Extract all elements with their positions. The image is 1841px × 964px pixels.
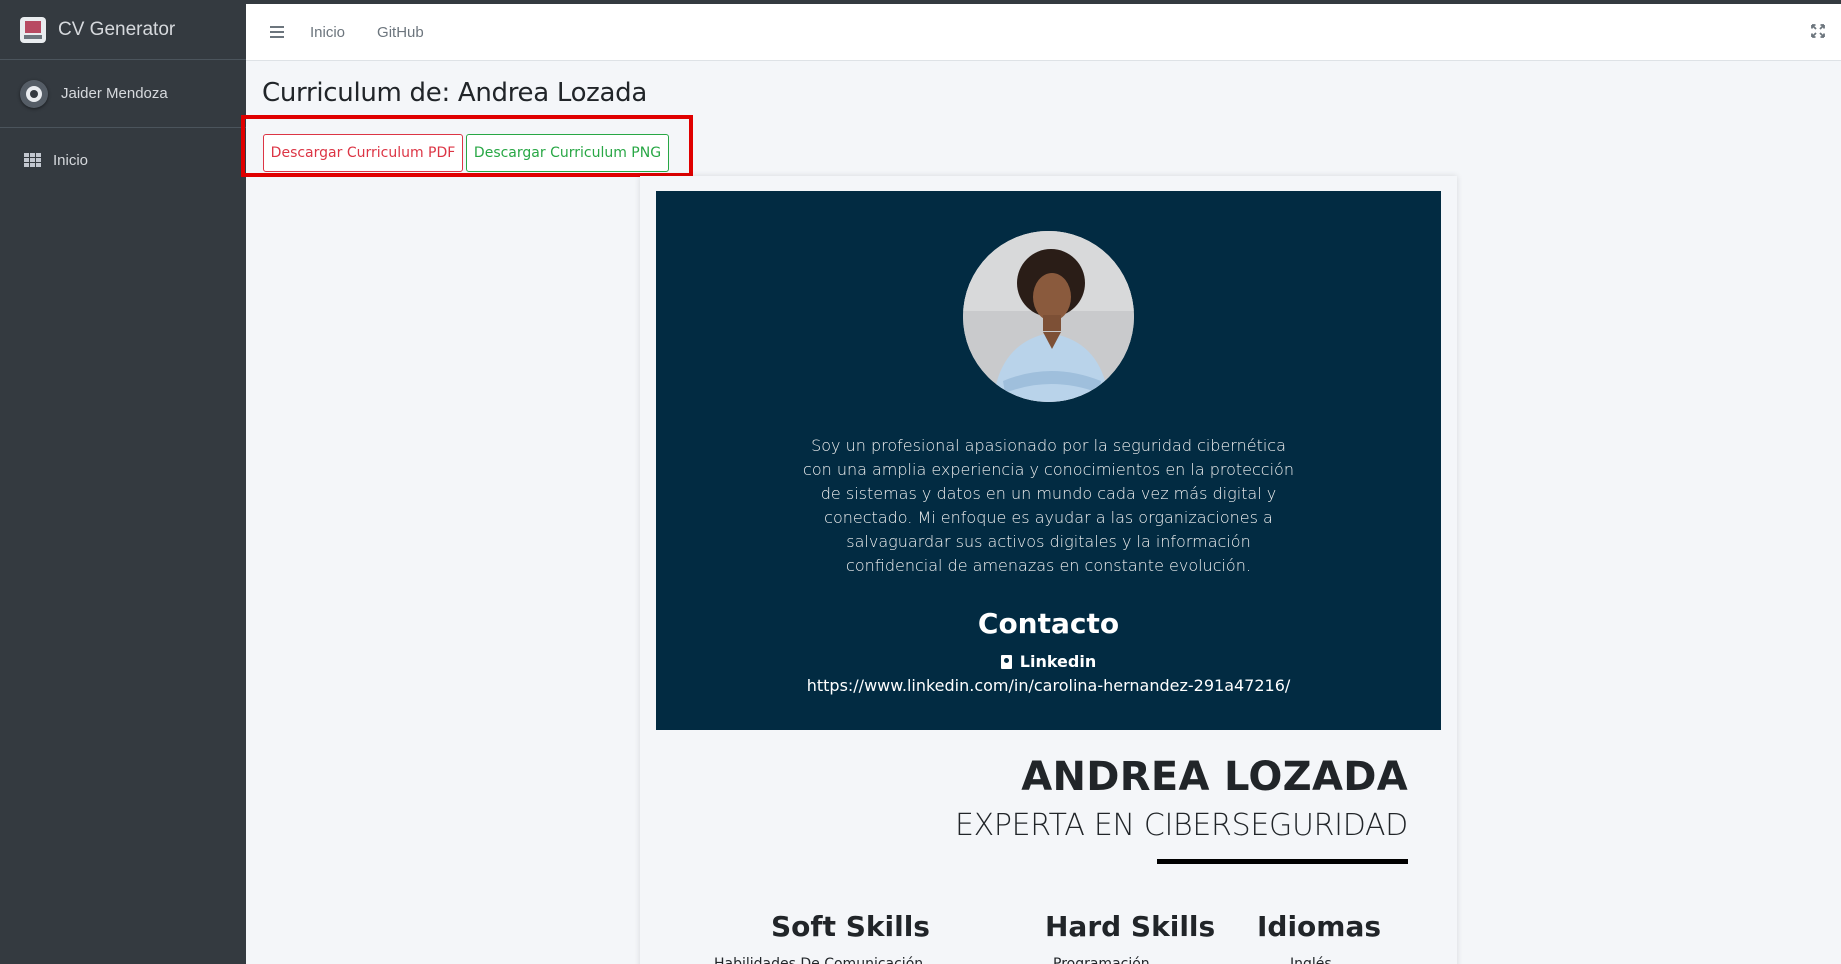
linkedin-label: Linkedin (1019, 652, 1097, 671)
about-text: Soy un profesional apasionado por la seg… (803, 436, 1294, 575)
sidebar: CV Generator Jaider Mendoza Inicio (0, 0, 246, 964)
cv-name: ANDREA LOZADA (1021, 754, 1408, 800)
page-title: Curriculum de: Andrea Lozada (262, 78, 648, 108)
cv-header: Soy un profesional apasionado por la seg… (656, 191, 1441, 730)
github-avatar-icon (20, 79, 48, 108)
role-underline (1157, 859, 1408, 864)
user-name: Jaider Mendoza (61, 85, 168, 102)
user-panel[interactable]: Jaider Mendoza (0, 60, 246, 128)
sidebar-item-label: Inicio (53, 151, 89, 169)
hard-skills-title: Hard Skills (1045, 910, 1216, 943)
soft-skill-item: Habilidades De Comunicación (714, 956, 924, 964)
id-card-icon (1000, 654, 1012, 669)
linkedin-url: https://www.linkedin.com/in/carolina-her… (806, 676, 1291, 695)
brand-text: CV Generator (58, 18, 176, 40)
download-pdf-button[interactable]: Descargar Curriculum PDF (263, 134, 463, 172)
languages-title: Idiomas (1257, 910, 1382, 943)
download-png-button[interactable]: Descargar Curriculum PNG (466, 134, 669, 172)
top-navbar: Inicio GitHub (246, 4, 1841, 61)
brand-link[interactable]: CV Generator (0, 0, 246, 60)
hard-skill-item: Programación (1053, 956, 1150, 964)
soft-skills-title: Soft Skills (771, 910, 930, 943)
menu-toggle-icon[interactable] (270, 26, 284, 38)
top-strip (0, 0, 1841, 4)
sidebar-item-inicio[interactable]: Inicio (0, 138, 246, 182)
cv-preview: Soy un profesional apasionado por la seg… (640, 176, 1457, 964)
profile-photo (963, 231, 1134, 402)
nav-link-inicio[interactable]: Inicio (310, 24, 345, 41)
language-item: Inglés (1290, 956, 1332, 964)
contact-title: Contacto (977, 607, 1120, 640)
content-area: Curriculum de: Andrea Lozada Descargar C… (241, 61, 1841, 964)
fullscreen-icon[interactable] (1811, 24, 1825, 38)
cv-logo-icon (20, 16, 46, 43)
nav-link-github[interactable]: GitHub (377, 24, 424, 41)
linkedin-row: Linkedin (656, 652, 1441, 671)
grid-icon (24, 153, 41, 167)
cv-role: EXPERTA EN CIBERSEGURIDAD (954, 808, 1408, 843)
